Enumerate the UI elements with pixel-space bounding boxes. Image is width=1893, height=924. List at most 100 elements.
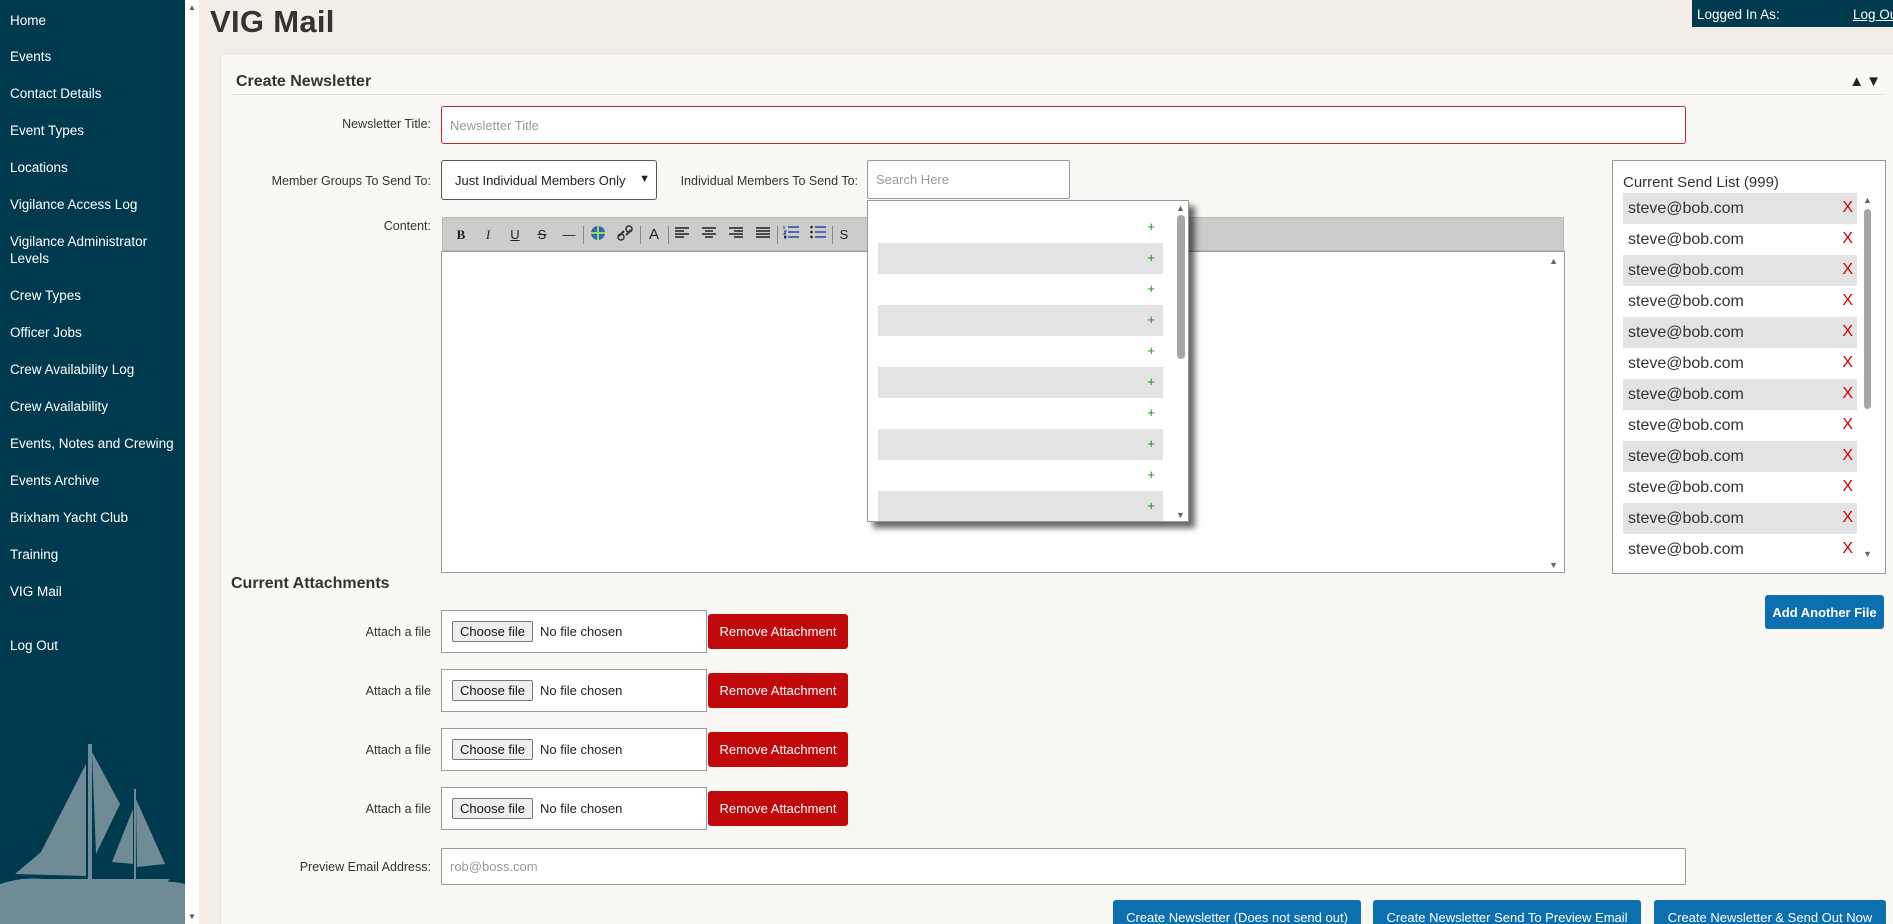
choose-file-button[interactable]: Choose file [452, 798, 534, 819]
sidebar-item-vigilance-access-log[interactable]: Vigilance Access Log [10, 196, 180, 213]
search-result-row[interactable]: + [878, 367, 1163, 398]
align-left-icon[interactable] [671, 224, 693, 246]
add-member-button[interactable]: + [1147, 343, 1155, 358]
underline-button[interactable]: U [504, 224, 526, 246]
choose-file-button[interactable]: Choose file [452, 621, 534, 642]
remove-recipient-button[interactable]: X [1842, 323, 1853, 341]
add-member-button[interactable]: + [1147, 405, 1155, 420]
remove-attachment-button[interactable]: Remove Attachment [708, 791, 848, 826]
add-member-button[interactable]: + [1147, 498, 1155, 513]
add-member-button[interactable]: + [1147, 436, 1155, 451]
search-result-row[interactable]: + [878, 460, 1163, 491]
member-groups-select[interactable]: Just Individual Members Only ▼ [441, 160, 657, 200]
search-result-row[interactable]: + [878, 429, 1163, 460]
sidebar-item-contact-details[interactable]: Contact Details [10, 85, 180, 102]
unordered-list-icon[interactable] [807, 224, 829, 246]
choose-file-button[interactable]: Choose file [452, 680, 534, 701]
search-result-row[interactable]: + [878, 398, 1163, 429]
font-size-button[interactable]: A [643, 224, 665, 246]
remove-recipient-button[interactable]: X [1842, 292, 1853, 310]
editor-scroll-up-icon[interactable]: ▲ [1549, 256, 1558, 266]
collapse-toggle-icon[interactable]: ▲▼ [1849, 73, 1883, 90]
remove-recipient-button[interactable]: X [1842, 416, 1853, 434]
send-list-scroll-up-icon[interactable]: ▲ [1863, 195, 1872, 205]
sidebar-item-officer-jobs[interactable]: Officer Jobs [10, 324, 180, 341]
remove-recipient-button[interactable]: X [1842, 199, 1853, 217]
add-member-button[interactable]: + [1147, 219, 1155, 234]
search-result-row[interactable]: + [878, 305, 1163, 336]
remove-recipient-button[interactable]: X [1842, 540, 1853, 558]
newsletter-title-input[interactable]: Newsletter Title [441, 106, 1686, 144]
dropdown-scroll-down-icon[interactable]: ▼ [1176, 510, 1185, 520]
remove-recipient-button[interactable]: X [1842, 230, 1853, 248]
italic-button[interactable]: I [477, 224, 499, 246]
remove-recipient-button[interactable]: X [1842, 385, 1853, 403]
search-result-row[interactable]: + [878, 243, 1163, 274]
send-list-scroll-down-icon[interactable]: ▼ [1863, 549, 1872, 559]
sidebar-item-events-notes-crewing[interactable]: Events, Notes and Crewing [10, 435, 180, 452]
remove-recipient-button[interactable]: X [1842, 447, 1853, 465]
remove-recipient-button[interactable]: X [1842, 354, 1853, 372]
remove-recipient-button[interactable]: X [1842, 478, 1853, 496]
add-member-button[interactable]: + [1147, 467, 1155, 482]
source-button[interactable]: S [833, 224, 855, 246]
create-newsletter-button[interactable]: Create Newsletter (Does not send out) [1113, 900, 1361, 924]
justify-icon[interactable] [752, 224, 774, 246]
choose-file-button[interactable]: Choose file [452, 739, 534, 760]
editor-scroll-down-icon[interactable]: ▼ [1549, 560, 1558, 570]
remove-attachment-button[interactable]: Remove Attachment [708, 732, 848, 767]
create-send-now-button[interactable]: Create Newsletter & Send Out Now [1654, 900, 1886, 924]
send-list-row: steve@bob.com X [1623, 317, 1857, 348]
sidebar-item-log-out[interactable]: Log Out [10, 637, 180, 654]
sidebar-item-event-types[interactable]: Event Types [10, 122, 180, 139]
strikethrough-button[interactable]: S [531, 224, 553, 246]
login-bar: Logged In As: Log Out [1692, 0, 1893, 27]
unlink-icon[interactable] [614, 224, 636, 246]
sidebar-item-brixham-yacht-club[interactable]: Brixham Yacht Club [10, 509, 180, 526]
add-member-button[interactable]: + [1147, 250, 1155, 265]
sidebar-item-locations[interactable]: Locations [10, 159, 180, 176]
sidebar-item-events-archive[interactable]: Events Archive [10, 472, 180, 489]
member-search-input[interactable]: Search Here [867, 160, 1070, 199]
sidebar-item-crew-availability-log[interactable]: Crew Availability Log [10, 361, 180, 378]
sidebar-item-home[interactable]: Home [10, 12, 180, 29]
align-center-icon[interactable] [698, 224, 720, 246]
add-member-button[interactable]: + [1147, 374, 1155, 389]
sidebar-item-events[interactable]: Events [10, 48, 180, 65]
add-another-file-button[interactable]: Add Another File [1765, 595, 1884, 629]
sidebar-item-vigilance-administrator-levels[interactable]: Vigilance Administrator Levels [10, 233, 180, 267]
file-input: Choose file No file chosen [441, 610, 707, 653]
sidebar-item-crew-types[interactable]: Crew Types [10, 287, 180, 304]
page-scrollbar[interactable]: ▲ ▼ [185, 0, 199, 924]
search-result-row[interactable]: + [878, 274, 1163, 305]
add-member-button[interactable]: + [1147, 281, 1155, 296]
insert-link-icon[interactable] [587, 224, 609, 246]
sidebar-item-training[interactable]: Training [10, 546, 180, 563]
panel-header: Create Newsletter ▲▼ [233, 65, 1883, 95]
recipient-email: steve@bob.com [1628, 386, 1744, 403]
preview-email-input[interactable]: rob@boss.com [441, 848, 1686, 885]
remove-attachment-button[interactable]: Remove Attachment [708, 614, 848, 649]
horizontal-rule-button[interactable]: — [558, 224, 580, 246]
remove-recipient-button[interactable]: X [1842, 261, 1853, 279]
scroll-down-arrow-icon[interactable]: ▼ [188, 912, 196, 921]
sidebar-item-crew-availability[interactable]: Crew Availability [10, 398, 180, 415]
search-result-row[interactable]: + [878, 491, 1163, 521]
scroll-up-arrow-icon[interactable]: ▲ [188, 3, 196, 12]
remove-recipient-button[interactable]: X [1842, 509, 1853, 527]
create-send-preview-button[interactable]: Create Newsletter Send To Preview Email [1373, 900, 1641, 924]
send-list-scrollbar-thumb[interactable] [1864, 209, 1871, 409]
ordered-list-icon[interactable] [780, 224, 802, 246]
sidebar-item-vig-mail[interactable]: VIG Mail [10, 583, 180, 600]
bold-button[interactable]: B [450, 224, 472, 246]
align-right-icon[interactable] [725, 224, 747, 246]
send-list-row: steve@bob.com X [1623, 441, 1857, 472]
dropdown-scrollbar-thumb[interactable] [1177, 215, 1185, 359]
search-result-row[interactable]: + [878, 212, 1163, 243]
search-result-row[interactable]: + [878, 336, 1163, 367]
remove-attachment-button[interactable]: Remove Attachment [708, 673, 848, 708]
add-member-button[interactable]: + [1147, 312, 1155, 327]
file-input: Choose file No file chosen [441, 669, 707, 712]
dropdown-scroll-up-icon[interactable]: ▲ [1176, 203, 1185, 213]
logout-link[interactable]: Log Out [1853, 7, 1893, 22]
